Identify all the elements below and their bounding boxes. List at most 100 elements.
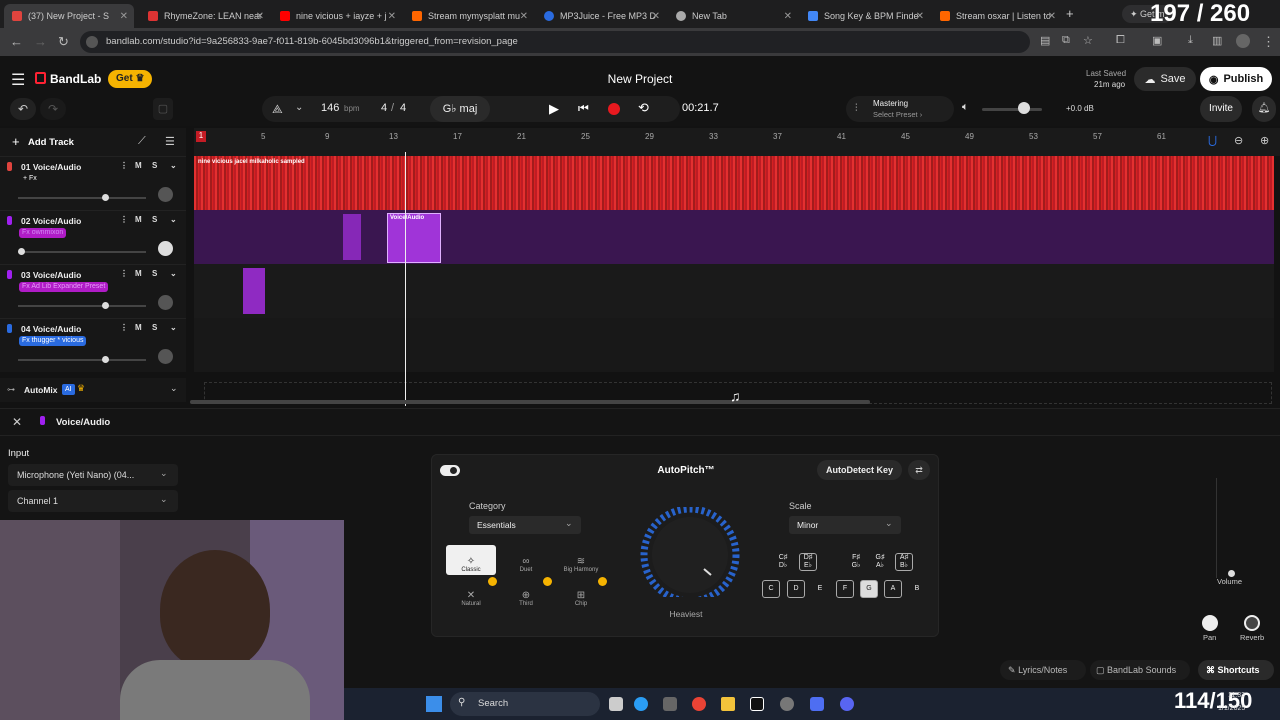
track-name[interactable]: 02 Voice/Audio	[21, 216, 81, 226]
volume-fader-track[interactable]	[1216, 478, 1217, 578]
chevron-down-icon[interactable]: ⌄	[170, 161, 177, 170]
slider-handle[interactable]	[102, 302, 109, 309]
track-menu-icon[interactable]: ⋮	[120, 215, 128, 224]
track-lane-4[interactable]	[194, 318, 1274, 372]
chrome-icon[interactable]	[692, 697, 706, 711]
add-track-button[interactable]: Add Track	[28, 137, 74, 148]
chevron-down-icon[interactable]: ⌄	[170, 269, 177, 278]
close-tab-icon[interactable]: ✕	[520, 11, 528, 22]
channel-select[interactable]: Channel 1 ⌄	[8, 490, 178, 512]
track-menu-icon[interactable]: ⋮	[120, 323, 128, 332]
undo-button[interactable]: ↶	[10, 98, 36, 120]
track-name[interactable]: 01 Voice/Audio	[21, 162, 81, 172]
solo-button[interactable]: S	[152, 161, 157, 170]
mastering-button[interactable]: ⫶ Mastering Select Preset ›	[846, 96, 954, 122]
browser-tab[interactable]: Stream mymysplatt mu ✕	[404, 4, 534, 28]
key-d[interactable]: D	[787, 580, 805, 598]
browser-tab[interactable]: RhymeZone: LEAN near ✕	[140, 4, 270, 28]
mute-button[interactable]: M	[135, 215, 142, 224]
fx-tag[interactable]: + Fx	[20, 174, 40, 184]
slider-handle[interactable]	[18, 248, 25, 255]
time-signature-denominator[interactable]: 4	[400, 102, 406, 114]
sidebar-icon[interactable]: ▥	[1212, 34, 1222, 47]
mode-big-harmony[interactable]: ≋ Big Harmony	[556, 545, 606, 575]
bpm-value[interactable]: 146	[321, 102, 339, 114]
extensions-icon[interactable]: ⧠	[1116, 34, 1125, 47]
mixer-icon[interactable]: ▢	[153, 98, 173, 120]
reload-icon[interactable]: ↻	[58, 34, 69, 50]
track-volume-slider[interactable]	[18, 302, 146, 309]
key-g[interactable]: G	[860, 580, 878, 598]
solo-button[interactable]: S	[152, 269, 157, 278]
store-icon[interactable]	[663, 697, 677, 711]
invite-button[interactable]: Invite	[1200, 96, 1242, 122]
metronome-dropdown-icon[interactable]: ⌄	[295, 102, 303, 113]
track-row[interactable]: 03 Voice/Audio Fx Ad Lib Expander Preset…	[0, 264, 186, 318]
discord-icon[interactable]	[840, 697, 854, 711]
audio-region-waveform[interactable]	[194, 156, 1274, 210]
close-tab-icon[interactable]: ✕	[916, 11, 924, 22]
metronome-icon[interactable]: ⟁	[272, 102, 283, 117]
track-menu-icon[interactable]: ⋮	[120, 269, 128, 278]
volume-fader-handle[interactable]	[1228, 570, 1235, 577]
key-c[interactable]: C	[762, 580, 780, 598]
slider-handle[interactable]	[102, 356, 109, 363]
tab-search-icon[interactable]: ▣	[1152, 34, 1162, 47]
track-name[interactable]: 04 Voice/Audio	[21, 324, 81, 334]
track-volume-slider[interactable]	[18, 356, 146, 363]
key-d-sharp[interactable]: D♯ E♭	[799, 553, 817, 571]
chevron-down-icon[interactable]: ⌄	[170, 383, 178, 394]
pan-knob[interactable]	[158, 241, 173, 256]
input-device-select[interactable]: Microphone (Yeti Nano) (04... ⌄	[8, 464, 178, 486]
browser-tab[interactable]: MP3Juice - Free MP3 D ✕	[536, 4, 666, 28]
autodetect-key-button[interactable]: AutoDetect Key	[817, 460, 903, 480]
fx-tag[interactable]: Fx ownmixon	[19, 228, 67, 238]
browser-menu-icon[interactable]: ⋮	[1262, 34, 1275, 50]
bandlab-sounds-button[interactable]: ▢ BandLab Sounds	[1090, 660, 1190, 680]
edit-tool-icon[interactable]: ⟋	[138, 135, 146, 148]
app-icon[interactable]	[780, 697, 794, 711]
close-tab-icon[interactable]: ✕	[388, 11, 396, 22]
track-volume-slider[interactable]	[18, 194, 146, 201]
notification-bell-icon[interactable]: 🔔︎	[1252, 96, 1276, 122]
track-lane-2[interactable]: Voice/Audio	[194, 210, 1274, 264]
mode-classic[interactable]: ✧ Classic	[446, 545, 496, 575]
browser-tab[interactable]: New Tab ✕	[668, 4, 798, 28]
speaker-icon[interactable]: 🔈︎	[962, 101, 969, 114]
download-icon[interactable]: ⤓	[1188, 34, 1193, 47]
lyrics-notes-button[interactable]: ✎ Lyrics/Notes	[1000, 660, 1086, 680]
close-tab-icon[interactable]: ✕	[120, 11, 128, 22]
save-button[interactable]: ☁ Save	[1134, 67, 1196, 91]
fx-tag[interactable]: Fx Ad Lib Expander Preset	[19, 282, 109, 292]
browser-tab[interactable]: Stream osxar | Listen to ✕	[932, 4, 1062, 28]
timeline-ruler[interactable]: 1 5 9 13 17 21 25 29 33 37 41 45 49 53 5…	[194, 128, 1280, 156]
pan-knob[interactable]	[1202, 615, 1218, 631]
reading-mode-icon[interactable]: ▤	[1040, 34, 1050, 47]
key-f-sharp[interactable]: F♯ G♭	[847, 553, 865, 571]
key-f[interactable]: F	[836, 580, 854, 598]
mute-button[interactable]: M	[135, 161, 142, 170]
key-e[interactable]: E	[811, 580, 829, 598]
windows-start-icon[interactable]	[426, 696, 442, 712]
mute-button[interactable]: M	[135, 269, 142, 278]
file-explorer-icon[interactable]	[721, 697, 735, 711]
horizontal-scrollbar[interactable]	[190, 400, 870, 404]
app-icon[interactable]	[810, 697, 824, 711]
browser-tab[interactable]: nine vicious + iayze + j ✕	[272, 4, 402, 28]
autopitch-strength-knob[interactable]	[634, 505, 746, 605]
fx-tag[interactable]: Fx thugger * vicious	[19, 336, 87, 346]
record-icon[interactable]	[608, 103, 620, 115]
track-row[interactable]: 01 Voice/Audio + Fx ⋮ M S ⌄	[0, 156, 186, 210]
close-tab-icon[interactable]: ✕	[652, 11, 660, 22]
cast-icon[interactable]: ⧉	[1062, 34, 1070, 47]
browser-tab[interactable]: Song Key & BPM Finde ✕	[800, 4, 930, 28]
key-selector[interactable]: G♭ maj	[430, 96, 490, 122]
pan-knob[interactable]	[158, 187, 173, 202]
zoom-in-icon[interactable]: ⊕	[1260, 134, 1269, 147]
key-g-sharp[interactable]: G♯ A♭	[871, 553, 889, 571]
play-icon[interactable]: ▶	[549, 101, 559, 117]
edge-icon[interactable]	[634, 697, 648, 711]
key-a-sharp[interactable]: A♯ B♭	[895, 553, 913, 571]
browser-tab-active[interactable]: (37) New Project - S ✕	[4, 4, 134, 28]
tiktok-icon[interactable]	[750, 697, 764, 711]
